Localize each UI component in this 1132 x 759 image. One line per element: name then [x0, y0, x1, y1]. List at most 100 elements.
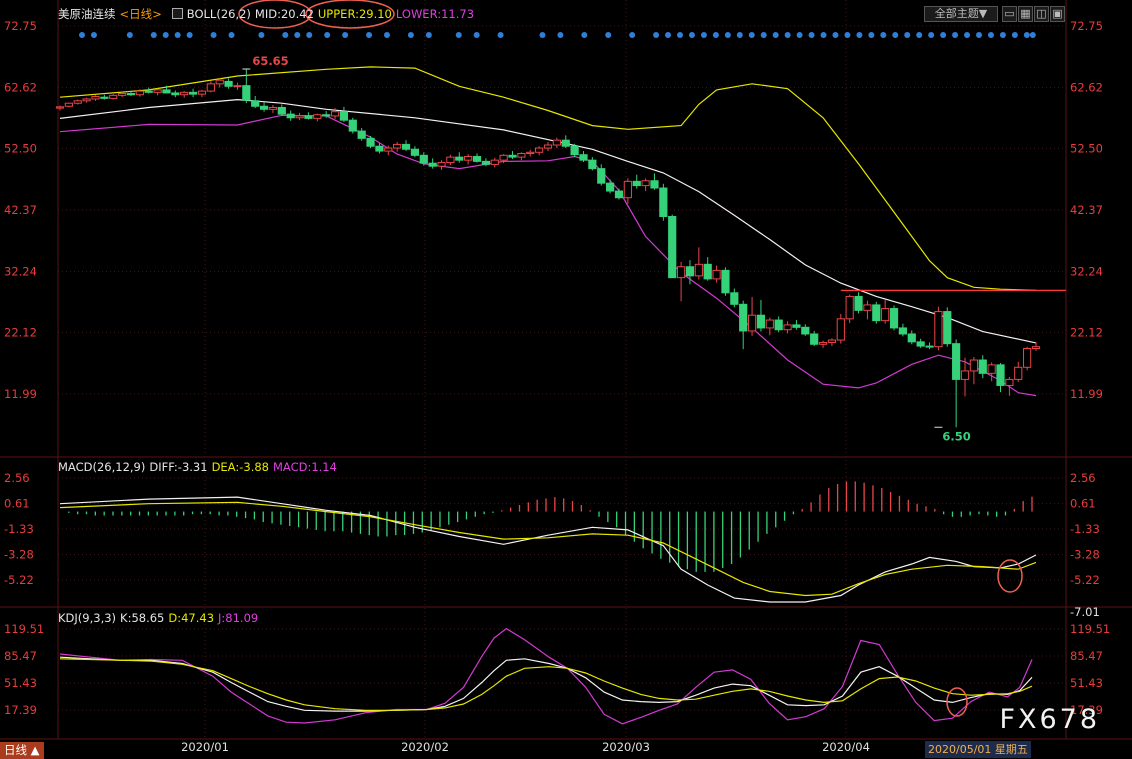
price-tick-left: 72.75 [4, 19, 37, 33]
candle-body [579, 154, 588, 161]
candle-body [393, 143, 402, 149]
macd-tick-left: 0.61 [4, 497, 30, 511]
candle-body [552, 139, 561, 146]
candle-body [889, 308, 899, 329]
signal-dot [1029, 32, 1036, 38]
price-tick-right: 42.37 [1070, 203, 1103, 217]
candle-body [517, 152, 526, 158]
candle-body [180, 91, 189, 96]
macd-tick-left: -3.28 [4, 548, 34, 562]
signal-dot [976, 32, 982, 38]
kdj-d-line [59, 658, 1033, 711]
signal-dot [174, 32, 181, 38]
candle-body [650, 180, 659, 189]
signal-dot [425, 32, 432, 38]
signal-dot [964, 32, 971, 38]
candle-body [987, 364, 996, 374]
signal-dot [1011, 32, 1018, 38]
candle-body [854, 295, 863, 311]
boll-upper-line [59, 66, 1037, 291]
signal-dot [605, 32, 612, 38]
signal-dot [665, 32, 672, 38]
candle-body [91, 96, 100, 100]
signal-dot [868, 32, 875, 38]
minimize-icon[interactable]: ▣ [1050, 6, 1065, 22]
candle-body [384, 147, 393, 152]
price-tick-right: 52.50 [1070, 142, 1103, 156]
kdj-k: K:58.65 [120, 611, 165, 625]
boll-mid-line [59, 98, 1037, 344]
upper-label: UPPER:29.10 [317, 7, 392, 21]
candle-body [126, 93, 136, 96]
macd-title: MACD(26,12,9) [58, 460, 146, 474]
candle-body [614, 190, 624, 199]
grid-icon[interactable]: ▦ [1018, 6, 1033, 22]
signal-dot [1023, 32, 1030, 38]
candle-body [55, 106, 65, 109]
signal-dot [455, 32, 462, 38]
signal-dot [677, 32, 683, 38]
signal-dot [162, 32, 169, 38]
kdj-tick-left: 17.39 [4, 703, 37, 717]
price-tick-right: 72.75 [1070, 19, 1103, 33]
candle-body [481, 160, 490, 165]
kdj-k-line [59, 656, 1033, 712]
candle-body [774, 319, 783, 331]
signal-dot [820, 32, 827, 38]
theme-dropdown[interactable]: 全部主题▼ [924, 6, 998, 22]
signal-dot [784, 32, 791, 38]
candle-body [925, 345, 934, 348]
candle-body [428, 162, 437, 167]
theme-dropdown-label: 全部主题▼ [934, 7, 988, 20]
candle-body [82, 98, 91, 102]
candle-body [969, 359, 978, 372]
candle-body [322, 114, 331, 117]
candle-body [268, 106, 278, 110]
candle-body [277, 106, 286, 115]
signal-dot [258, 32, 265, 38]
candle-body [916, 341, 925, 347]
low-label: 6.50 [942, 429, 970, 443]
signal-dot [342, 32, 349, 38]
signal-dot [473, 32, 480, 38]
candle-body [934, 311, 943, 348]
window-icon[interactable]: ▭ [1002, 6, 1017, 22]
boll-label: BOLL(26,2) [186, 7, 251, 21]
signal-dot [228, 32, 235, 38]
candle-body [153, 89, 162, 93]
kdj-title: KDJ(9,3,3) [58, 611, 117, 625]
boll-settings-icon[interactable] [171, 8, 183, 19]
candle-body [1014, 366, 1023, 380]
macd-tick-left: -1.33 [4, 522, 34, 536]
candle-body [73, 100, 82, 104]
candle-body [1031, 346, 1041, 350]
signal-dot [748, 32, 755, 38]
signal-dot [581, 32, 588, 38]
candle-body [259, 105, 269, 110]
period-tab[interactable]: 日线 ▲ [0, 742, 44, 759]
candle-body [881, 308, 890, 322]
axis-labels: 72.75 72.75 62.62 62.62 52.50 52.50 42.37 42.37… [4, 19, 1110, 754]
candle-body [588, 159, 597, 170]
candle-body [472, 156, 482, 162]
candle-body [197, 90, 207, 95]
candle-body [685, 266, 695, 277]
candle-body [668, 215, 677, 279]
candle-body [171, 92, 180, 96]
candle-body [242, 85, 251, 101]
candle-body [872, 304, 881, 322]
price-tick-right: 11.99 [1070, 387, 1103, 401]
signal-dot [150, 32, 157, 38]
settings-icon[interactable]: ◫ [1034, 6, 1049, 22]
candle-body [801, 326, 810, 335]
signal-dot [880, 32, 887, 38]
macd-tick-right: -1.33 [1070, 522, 1100, 536]
candle-body [286, 113, 295, 119]
signal-dot [808, 32, 815, 38]
candle-body [659, 187, 668, 217]
signal-dot [557, 32, 564, 38]
candle-body [295, 115, 304, 119]
period-link[interactable]: <日线> [120, 7, 162, 21]
candle-body [818, 341, 828, 345]
price-tick-left: 52.50 [4, 142, 37, 156]
